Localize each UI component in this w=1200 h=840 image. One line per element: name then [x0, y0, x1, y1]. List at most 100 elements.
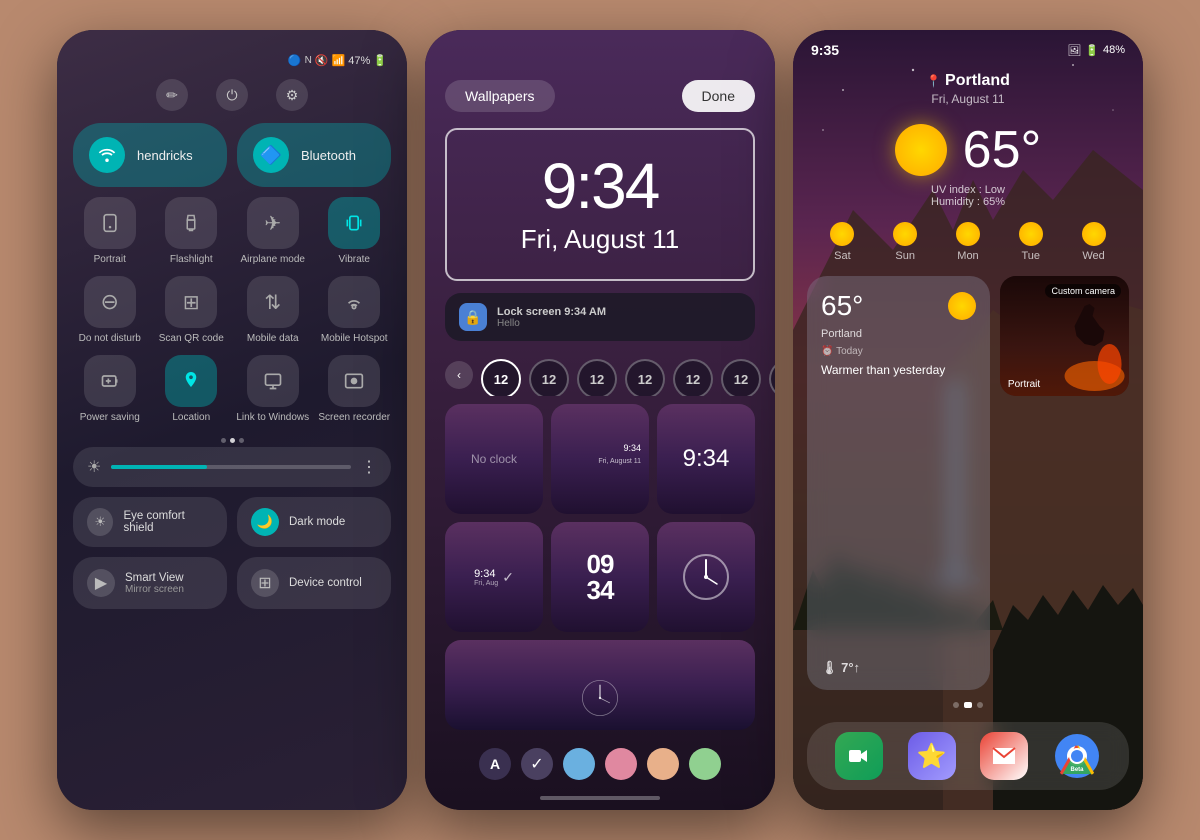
- vibrate-tile[interactable]: Vibrate: [318, 197, 392, 266]
- starred-app-icon[interactable]: ⭐: [908, 732, 956, 780]
- battery-icon-p3: 🔋: [1085, 44, 1099, 57]
- clock-thumb-digital-bold[interactable]: 09 34: [551, 522, 649, 632]
- eye-comfort-icon: ☀: [87, 508, 113, 536]
- clock-extra-row: [425, 640, 775, 736]
- digital-right-inner: 9:34Fri, August 11: [551, 404, 649, 514]
- dark-mode-toggle[interactable]: 🌙 Dark mode: [237, 497, 391, 547]
- mon-sun-icon: [956, 222, 980, 246]
- phone-quick-settings: 🔵 N 🔇 📶 47% 🔋 ✏ ⏻ ⚙: [57, 30, 407, 810]
- done-button[interactable]: Done: [682, 80, 755, 112]
- portrait-tile[interactable]: Portrait: [73, 197, 147, 266]
- camera-overlay: Custom camera: [1000, 276, 1129, 396]
- swatch-letter[interactable]: A: [479, 748, 511, 780]
- clock-thumb-digital-right[interactable]: 9:34Fri, August 11: [551, 404, 649, 514]
- dnd-icon: ⊖: [84, 276, 136, 328]
- brightness-track[interactable]: [111, 465, 351, 469]
- scanqr-tile[interactable]: ⊞ Scan QR code: [155, 276, 229, 345]
- link2win-tile[interactable]: Link to Windows: [236, 355, 310, 424]
- brightness-more-button[interactable]: ⋮: [361, 457, 377, 477]
- clock-style-12-1[interactable]: 12: [481, 359, 521, 396]
- chrome-icon[interactable]: Beta: [1053, 732, 1101, 780]
- toggle-row: ☀ Eye comfort shield 🌙 Dark mode: [73, 497, 391, 547]
- tue-sun-icon: [1019, 222, 1043, 246]
- forecast-wed: Wed: [1082, 222, 1106, 262]
- clock-style-12-7[interactable]: 12: [769, 359, 775, 396]
- sun-sun-icon: [893, 222, 917, 246]
- dot-ind-1: [953, 702, 959, 708]
- screenrec-icon: [328, 355, 380, 407]
- edit-button[interactable]: ✏: [156, 79, 188, 111]
- sat-label: Sat: [834, 250, 851, 262]
- airplane-tile[interactable]: ✈ Airplane mode: [236, 197, 310, 266]
- preview-date: Fri, August 11: [463, 224, 737, 255]
- power-button[interactable]: ⏻: [216, 79, 248, 111]
- powersaving-tile[interactable]: Power saving: [73, 355, 147, 424]
- phone3-status-bar: 9:35 🖼 🔋 48%: [793, 30, 1143, 62]
- forecast-sat: Sat: [830, 222, 854, 262]
- clock-style-scroll[interactable]: ‹ 12 12 12 12 12 12 12: [425, 353, 775, 396]
- swatch-blue[interactable]: [563, 748, 595, 780]
- forecast-tue: Tue: [1019, 222, 1043, 262]
- flashlight-icon: [165, 197, 217, 249]
- clock-style-12-5[interactable]: 12: [673, 359, 713, 396]
- qs-grid-row2: ⊖ Do not disturb ⊞ Scan QR code ⇅ Mobile…: [73, 276, 391, 345]
- qs-toolbar: ✏ ⏻ ⚙: [73, 71, 391, 123]
- smart-view-tile[interactable]: ▶ Smart View Mirror screen: [73, 557, 227, 609]
- smart-view-sub: Mirror screen: [125, 584, 184, 595]
- swatch-peach[interactable]: [647, 748, 679, 780]
- screenshot-icon: 🖼: [1067, 44, 1081, 57]
- clock-style-12-2[interactable]: 12: [529, 359, 569, 396]
- google-meet-icon[interactable]: [835, 732, 883, 780]
- clock-style-12-6[interactable]: 12: [721, 359, 761, 396]
- screenrec-tile[interactable]: Screen recorder: [318, 355, 392, 424]
- clock-thumb-analog-thin[interactable]: [445, 640, 755, 730]
- clock-style-12-3[interactable]: 12: [577, 359, 617, 396]
- dnd-label: Do not disturb: [79, 333, 141, 345]
- notif-title: Lock screen 9:34 AM: [497, 306, 741, 318]
- device-control-tile[interactable]: ⊞ Device control: [237, 557, 391, 609]
- vibrate-label: Vibrate: [338, 254, 370, 266]
- phone3-content: 9:35 🖼 🔋 48% 📍 Portland Fri, August 11 6…: [793, 30, 1143, 810]
- wifi-label: hendricks: [137, 148, 193, 163]
- clock-style-12-4[interactable]: 12: [625, 359, 665, 396]
- dnd-tile[interactable]: ⊖ Do not disturb: [73, 276, 147, 345]
- clock-thumb-digital-check[interactable]: 9:34 Fri, Aug ✓: [445, 522, 543, 632]
- camera-thumbnail[interactable]: Custom camera Portrait: [1000, 276, 1129, 396]
- clock-thumb-no-clock[interactable]: No clock: [445, 404, 543, 514]
- clock-thumb-analog[interactable]: [657, 522, 755, 632]
- scanqr-label: Scan QR code: [159, 333, 224, 345]
- bluetooth-tile[interactable]: 🔷 Bluetooth: [237, 123, 391, 187]
- dot1: [221, 438, 226, 443]
- wifi-icon: [89, 137, 125, 173]
- clock-nav-back[interactable]: ‹: [445, 361, 473, 389]
- dot-ind-2: [964, 702, 972, 708]
- swatch-check[interactable]: ✓: [521, 748, 553, 780]
- weather-widget[interactable]: 65° Portland ⏰ Today Warmer than yesterd…: [807, 276, 990, 690]
- nfc-icon: N: [305, 55, 312, 66]
- hotspot-label: Mobile Hotspot: [321, 333, 388, 345]
- gmail-icon[interactable]: [980, 732, 1028, 780]
- link2win-label: Link to Windows: [236, 412, 309, 424]
- hotspot-tile[interactable]: Mobile Hotspot: [318, 276, 392, 345]
- wifi-tile[interactable]: hendricks: [73, 123, 227, 187]
- temperature: 65°: [963, 124, 1042, 176]
- clock-preview-area: 9:34 Fri, August 11: [445, 128, 755, 281]
- bluetooth-status-icon: 🔵: [288, 54, 302, 67]
- clock-thumb-digital-big[interactable]: 9:34: [657, 404, 755, 514]
- swatch-green[interactable]: [689, 748, 721, 780]
- settings-button[interactable]: ⚙: [276, 79, 308, 111]
- flashlight-tile[interactable]: Flashlight: [155, 197, 229, 266]
- widget-today: ⏰ Today: [821, 346, 976, 357]
- qs-grid-row3: Power saving Location Link to Windows: [73, 355, 391, 424]
- wed-label: Wed: [1082, 250, 1104, 262]
- wallpapers-button[interactable]: Wallpapers: [445, 80, 555, 112]
- bluetooth-icon: 🔷: [253, 137, 289, 173]
- swatch-pink[interactable]: [605, 748, 637, 780]
- mobiledata-tile[interactable]: ⇅ Mobile data: [236, 276, 310, 345]
- location-tile[interactable]: Location: [155, 355, 229, 424]
- eye-comfort-toggle[interactable]: ☀ Eye comfort shield: [73, 497, 227, 547]
- battery-text: 47%: [348, 55, 370, 67]
- mobiledata-icon: ⇅: [247, 276, 299, 328]
- location-row: 📍 Portland: [811, 72, 1125, 90]
- wed-sun-icon: [1082, 222, 1106, 246]
